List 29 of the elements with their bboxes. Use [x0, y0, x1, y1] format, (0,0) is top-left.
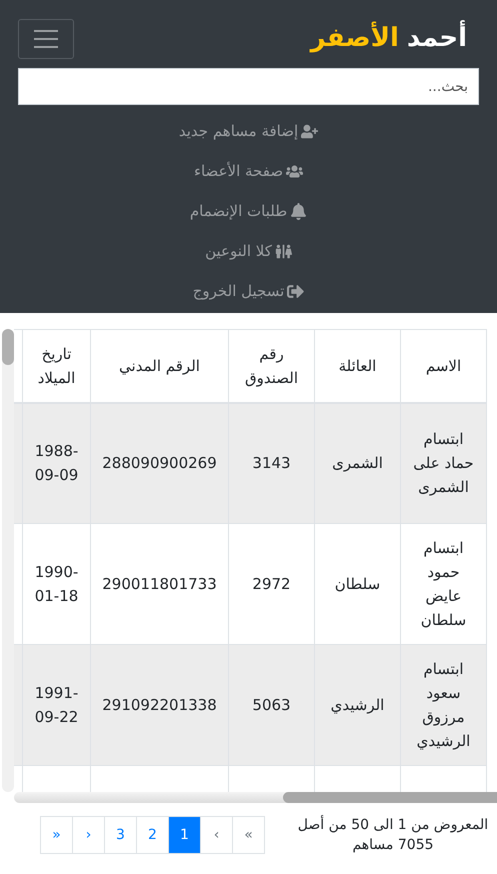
- menu-button[interactable]: [18, 18, 74, 58]
- exit-door-icon: [287, 282, 304, 300]
- summary-text: المعروض من 1 الى 50 من أصل 7055 مساهم: [296, 815, 490, 855]
- nav-link[interactable]: صفحة الأعضاء: [194, 151, 304, 191]
- page-button[interactable]: ›: [72, 816, 105, 854]
- table-cell: الرشيدي: [314, 644, 400, 766]
- brand-name[interactable]: الأصفر: [310, 20, 399, 57]
- add-user-icon: [301, 122, 318, 140]
- table-cell: 5063: [228, 644, 314, 766]
- column-header: الاسم: [400, 330, 486, 402]
- nav-link[interactable]: إضافة مساهم جديد: [178, 111, 318, 151]
- scrollbar-thumb[interactable]: [2, 329, 14, 365]
- table-cell: 1991-09-22: [22, 644, 90, 766]
- table-cell: ابتسام سعود مرزوق الرشيدي: [400, 644, 486, 766]
- brand-name[interactable]: أحمد: [406, 20, 467, 57]
- table-cell: 291092201338: [90, 644, 228, 766]
- scrollbar-thumb[interactable]: [283, 792, 497, 803]
- page-button[interactable]: 2: [136, 816, 169, 854]
- nav-link[interactable]: كلا النوعين: [205, 231, 292, 271]
- search-field[interactable]: بحث...: [18, 68, 479, 105]
- users-icon: [286, 162, 304, 180]
- man-woman-icon: [274, 242, 292, 260]
- bell-icon: [290, 202, 308, 220]
- page-button[interactable]: »: [40, 816, 73, 854]
- page-button[interactable]: 3: [104, 816, 137, 854]
- nav-link[interactable]: طلبات الإنضمام: [190, 191, 308, 231]
- menu-icon: [34, 30, 58, 48]
- nav-link[interactable]: تسجيل الخروج: [192, 271, 304, 311]
- page-button[interactable]: 1: [168, 816, 201, 854]
